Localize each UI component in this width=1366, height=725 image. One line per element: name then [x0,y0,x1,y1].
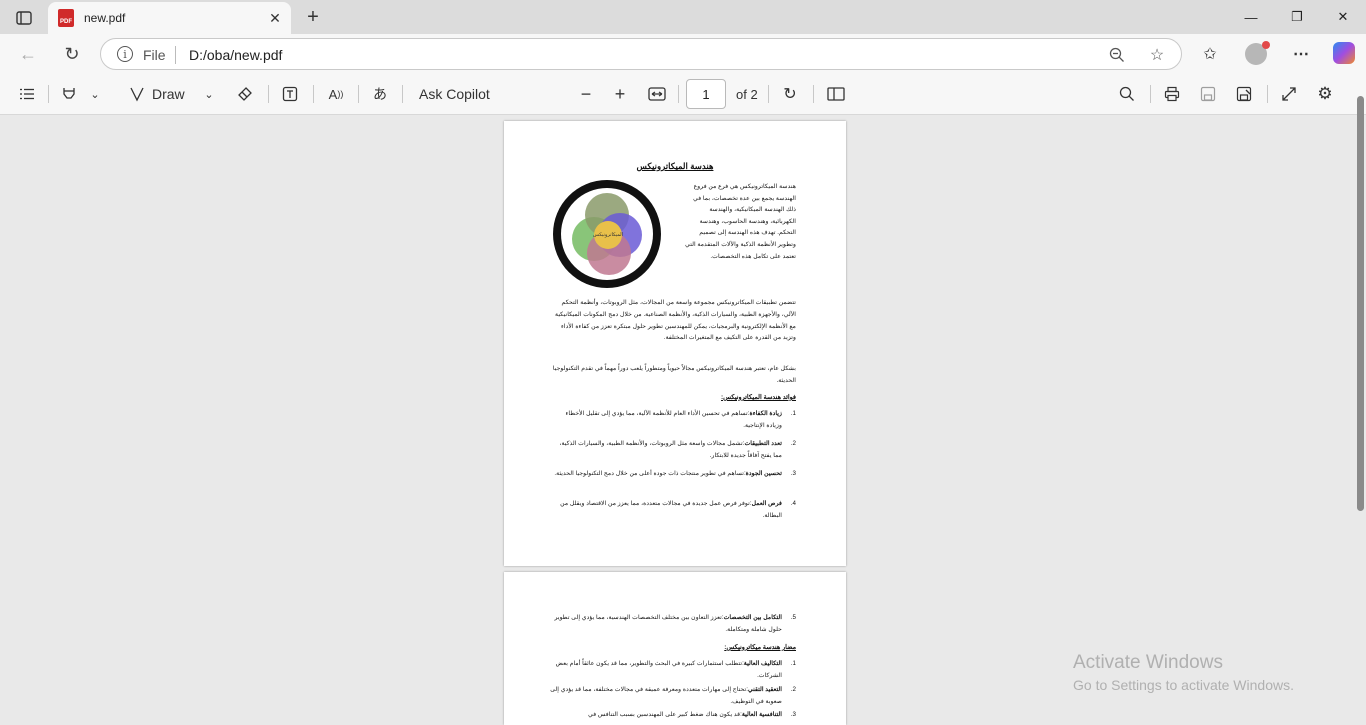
close-window-icon[interactable]: ✕ [1320,0,1366,34]
erase-icon[interactable] [234,83,256,105]
pdf-toolbar: ⌄ Draw ⌄ A)) あ Ask Copilot − + 1 of 2 ↻ … [0,74,1366,115]
search-icon[interactable] [1116,83,1138,105]
print-icon[interactable] [1161,83,1183,105]
pdf-file-icon: PDF [58,9,74,27]
activation-watermark-text: Go to Settings to activate Windows. [1073,677,1294,693]
divider [313,85,314,103]
venn-center-label: الميكاترونيكس [593,232,623,238]
divider [268,85,269,103]
divider [768,85,769,103]
close-tab-icon[interactable]: ✕ [267,10,283,26]
page-total-label: of 2 [736,86,758,102]
copilot-icon[interactable] [1333,42,1355,64]
fit-to-page-icon[interactable] [646,83,668,105]
page-view-icon[interactable] [825,83,847,105]
list-number: 5. [790,614,796,621]
browser-tab[interactable]: PDF new.pdf ✕ [48,2,291,34]
save-icon[interactable] [1197,83,1219,105]
scrollbar-thumb[interactable] [1357,96,1364,511]
url-scheme: File [143,47,166,63]
settings-gear-icon[interactable]: ⚙ [1314,83,1336,105]
list-item: 3. تحسين الجودة:تساهم في تطوير منتجات ذا… [550,468,796,480]
divider [678,85,679,103]
list-number: 1. [790,660,796,667]
divider [1267,85,1268,103]
list-item: 3. التنافسية العالية:قد يكون هناك ضغط كب… [550,709,796,721]
highlight-icon[interactable] [58,83,80,105]
divider [1150,85,1151,103]
document-title: هندسة الميكاترونيكس [636,161,714,171]
list-item: 2. التعقيد التقني:تحتاج إلى مهارات متعدد… [550,684,796,708]
list-number: 2. [790,440,796,447]
list-text: :تساهم في تطوير منتجات ذات جودة أعلى من … [554,470,746,477]
draw-button[interactable]: Draw [152,83,185,105]
translate-icon[interactable]: あ [368,83,392,105]
tab-actions-icon[interactable] [10,7,38,29]
favorite-star-icon[interactable]: ☆ [1147,45,1167,65]
divider [358,85,359,103]
mechatronics-venn-diagram: الميكاترونيكس [553,180,661,288]
pdf-page-2: 5. التكامل بين التخصصات:تعزز التعاون بين… [504,572,846,725]
divider [813,85,814,103]
list-text: :توفر فرص عمل جديدة في مجالات متعددة، مم… [560,500,782,519]
list-number: 1. [790,410,796,417]
tab-title: new.pdf [84,11,126,25]
highlight-chevron-down-icon[interactable]: ⌄ [86,83,104,105]
divider [175,46,176,64]
info-icon[interactable]: i [117,46,133,62]
divider [402,85,403,103]
list-term: فرص العمل [751,500,782,507]
new-tab-icon[interactable]: + [302,6,324,28]
zoom-in-icon[interactable]: + [609,83,631,105]
rotate-icon[interactable]: ↻ [779,83,801,105]
list-term: تحسين الجودة [745,470,782,477]
risks-heading: مضار هندسة ميكاترونيكس: [724,644,796,651]
divider [48,85,49,103]
list-term: التكامل بين التخصصات [723,614,782,621]
list-number: 2. [790,686,796,693]
list-term: التعقيد التقني [747,686,782,693]
draw-icon[interactable] [126,83,148,105]
applications-paragraph: تتضمن تطبيقات الميكاترونيكس مجموعة واسعة… [555,299,796,342]
list-text: :قد يكون هناك ضغط كبير على المهندسين بسب… [588,711,742,718]
list-item: 1. زيادة الكفاءة:تساهم في تحسين الأداء ا… [550,408,796,432]
refresh-icon[interactable]: ↻ [58,40,86,68]
contents-icon[interactable] [16,83,38,105]
list-item: 1. التكاليف العالية:تتطلب استثمارات كبير… [550,658,796,682]
page-number-input[interactable]: 1 [686,79,726,109]
intro-paragraph: هندسة الميكاترونيكس هي فرع من فروع الهند… [685,183,796,260]
list-term: التكاليف العالية [743,660,782,667]
list-term: تعدد التطبيقات [744,440,782,447]
address-bar-row: ← ↻ i File D:/oba/new.pdf ☆ ✩ ⋯ [0,34,1366,74]
ask-copilot-button[interactable]: Ask Copilot [419,83,490,105]
list-number: 3. [790,711,796,718]
read-aloud-icon[interactable]: A)) [324,83,348,105]
list-term: زيادة الكفاءة [749,410,783,417]
summary-paragraph: بشكل عام، تعتبر هندسة الميكاترونيكس مجال… [552,365,796,384]
address-bar[interactable]: i File D:/oba/new.pdf ☆ [100,38,1182,70]
profile-avatar[interactable] [1245,41,1270,65]
favorites-icon[interactable]: ✩ [1198,42,1222,66]
list-number: 3. [790,470,796,477]
list-term: التنافسية العالية [741,711,782,718]
benefits-heading: فوائد هندسة الميكاترونيكس: [721,394,796,401]
list-item: 5. التكامل بين التخصصات:تعزز التعاون بين… [550,612,796,636]
list-item: 2. تعدد التطبيقات:تشمل مجالات واسعة مثل … [550,438,796,462]
title-bar: PDF new.pdf ✕ + — ❐ ✕ [0,0,1366,34]
url-text[interactable]: D:/oba/new.pdf [189,47,282,63]
list-number: 4. [790,500,796,507]
pdf-page-1: هندسة الميكاترونيكس هندسة الميكاترونيكس … [504,121,846,566]
zoom-out-icon[interactable]: − [575,83,597,105]
more-options-icon[interactable]: ⋯ [1289,42,1313,66]
add-text-icon[interactable] [279,83,301,105]
full-screen-icon[interactable] [1278,83,1300,105]
save-as-icon[interactable] [1233,83,1255,105]
zoom-out-icon[interactable] [1107,45,1127,65]
draw-chevron-down-icon[interactable]: ⌄ [200,83,218,105]
list-item: 4. فرص العمل:توفر فرص عمل جديدة في مجالا… [550,498,796,522]
back-icon[interactable]: ← [14,40,42,68]
minimize-icon[interactable]: — [1228,0,1274,34]
activation-watermark-title: Activate Windows [1073,652,1223,673]
restore-icon[interactable]: ❐ [1274,0,1320,34]
